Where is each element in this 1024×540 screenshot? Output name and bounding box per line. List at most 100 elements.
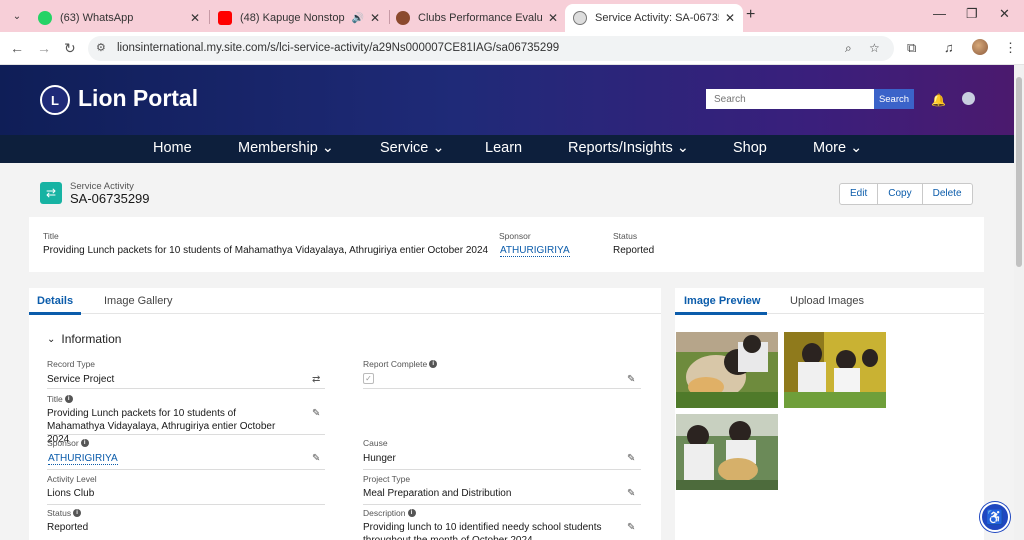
description-label: Description i xyxy=(363,508,416,518)
nav-reports-insights[interactable]: Reports/Insights ⌄ xyxy=(568,140,689,156)
nav-home[interactable]: Home xyxy=(153,140,192,156)
activity-photo-thumbnail[interactable] xyxy=(676,414,778,490)
edit-pencil-icon[interactable]: ✎ xyxy=(312,453,320,464)
report-complete-checkbox: ✓ xyxy=(363,373,374,384)
close-icon[interactable]: ✕ xyxy=(190,11,200,25)
delete-button[interactable]: Delete xyxy=(923,184,972,204)
edit-pencil-icon[interactable]: ✎ xyxy=(627,453,635,464)
tab-details[interactable]: Details xyxy=(37,295,73,307)
info-icon[interactable]: i xyxy=(64,395,73,403)
tab-image-preview[interactable]: Image Preview xyxy=(684,295,760,307)
new-tab-button[interactable]: + xyxy=(746,6,755,24)
highlights-panel: Title Providing Lunch packets for 10 stu… xyxy=(29,217,984,272)
status-label: Status i xyxy=(47,508,82,518)
scrollbar-thumb[interactable] xyxy=(1016,77,1022,267)
browser-tab-youtube[interactable]: (48) Kapuge Nonstop Song 🔊 ✕ xyxy=(210,4,388,32)
cause-label: Cause xyxy=(363,438,388,448)
description-value: Providing lunch to 10 identified needy s… xyxy=(363,522,602,540)
highlight-sponsor-link[interactable]: ATHURIGIRIYA xyxy=(500,245,570,257)
edit-pencil-icon[interactable]: ✎ xyxy=(312,408,320,419)
record-name: SA-06735299 xyxy=(70,191,150,206)
highlight-title-label: Title xyxy=(43,231,59,241)
page-scrollbar[interactable] xyxy=(1014,65,1024,540)
nav-learn[interactable]: Learn xyxy=(485,140,522,156)
site-header: L Lion Portal Search 🔔 xyxy=(0,65,1014,135)
cause-value: Hunger xyxy=(363,453,396,464)
sponsor-link[interactable]: ATHURIGIRIYA xyxy=(48,453,118,465)
accessibility-icon[interactable]: ♿ xyxy=(980,502,1010,532)
tab-title: (48) Kapuge Nonstop Song xyxy=(240,12,347,24)
whatsapp-icon xyxy=(38,11,52,25)
nav-more[interactable]: More ⌄ xyxy=(813,140,862,156)
zoom-icon[interactable]: ⌕ xyxy=(845,41,852,56)
image-preview-card: Image Preview Upload Images xyxy=(675,288,984,540)
edit-pencil-icon[interactable]: ✎ xyxy=(627,488,635,499)
profile-avatar[interactable] xyxy=(972,39,988,55)
nav-service[interactable]: Service ⌄ xyxy=(380,140,445,156)
project-type-value: Meal Preparation and Distribution xyxy=(363,488,512,499)
main-navigation: Home Membership ⌄ Service ⌄ Learn Report… xyxy=(0,135,1014,163)
window-close-icon[interactable]: ✕ xyxy=(999,6,1010,22)
highlight-status-value: Reported xyxy=(613,245,655,256)
chevron-down-icon: ⌄ xyxy=(47,333,56,345)
nav-membership[interactable]: Membership ⌄ xyxy=(238,140,334,156)
user-avatar[interactable] xyxy=(962,92,975,105)
bookmark-star-icon[interactable]: ☆ xyxy=(869,41,880,55)
info-icon[interactable]: i xyxy=(80,439,89,447)
lions-icon xyxy=(396,11,410,25)
tab-image-gallery[interactable]: Image Gallery xyxy=(104,295,172,307)
globe-icon xyxy=(573,11,587,25)
record-type-label: Record Type xyxy=(47,359,96,369)
activity-photo-thumbnail[interactable] xyxy=(784,332,886,408)
change-record-type-icon[interactable]: ⇄ xyxy=(312,374,320,385)
tab-title: Clubs Performance Evaluation S xyxy=(418,12,542,24)
activity-photo-thumbnail[interactable] xyxy=(676,332,778,408)
close-icon[interactable]: ✕ xyxy=(370,11,380,25)
copy-button[interactable]: Copy xyxy=(878,184,923,204)
browser-tab-service-activity[interactable]: Service Activity: SA-06735299 ✕ xyxy=(565,4,743,32)
edit-pencil-icon[interactable]: ✎ xyxy=(627,374,635,385)
search-input[interactable] xyxy=(706,89,874,109)
reload-icon[interactable]: ↻ xyxy=(64,40,76,57)
close-icon[interactable]: ✕ xyxy=(725,11,735,25)
site-info-icon[interactable]: ⚙ xyxy=(96,41,106,54)
tab-upload-images[interactable]: Upload Images xyxy=(790,295,864,307)
search-button[interactable]: Search xyxy=(874,89,914,109)
brand-name[interactable]: Lion Portal xyxy=(78,85,198,112)
url-text[interactable]: lionsinternational.my.site.com/s/lci-ser… xyxy=(117,42,559,54)
preview-tabs: Image Preview Upload Images xyxy=(675,288,984,315)
media-control-icon[interactable]: ♫ xyxy=(944,40,954,55)
title-label: Title i xyxy=(47,394,73,404)
info-icon[interactable]: i xyxy=(429,360,438,368)
info-icon[interactable]: i xyxy=(73,509,82,517)
forward-arrow-icon[interactable]: → xyxy=(37,40,51,56)
url-bar[interactable]: ⚙ lionsinternational.my.site.com/s/lci-s… xyxy=(88,36,894,61)
edit-button[interactable]: Edit xyxy=(840,184,879,204)
youtube-icon xyxy=(218,11,232,25)
extensions-icon[interactable]: ⧉ xyxy=(907,40,916,56)
minimize-icon[interactable]: — xyxy=(933,6,946,21)
sponsor-label: Sponsor i xyxy=(47,438,89,448)
highlight-sponsor-label: Sponsor xyxy=(499,231,531,241)
restore-icon[interactable]: ❐ xyxy=(966,6,978,22)
tab-search-chevron-icon[interactable]: ⌄ xyxy=(8,7,26,25)
close-icon[interactable]: ✕ xyxy=(548,11,558,25)
details-tabs: Details Image Gallery xyxy=(29,288,661,315)
browser-tab-bar: ⌄ (63) WhatsApp ✕ (48) Kapuge Nonstop So… xyxy=(0,0,1024,32)
lions-logo-icon[interactable]: L xyxy=(40,85,70,115)
info-icon[interactable]: i xyxy=(407,509,416,517)
details-card: Details Image Gallery ⌄ Information Reco… xyxy=(29,288,661,540)
notification-bell-icon[interactable]: 🔔 xyxy=(931,93,946,107)
nav-shop[interactable]: Shop xyxy=(733,140,767,156)
report-complete-label: Report Complete i xyxy=(363,359,438,369)
back-arrow-icon[interactable]: ← xyxy=(10,40,24,56)
activity-level-label: Activity Level xyxy=(47,474,97,484)
information-section-header[interactable]: ⌄ Information xyxy=(47,332,121,346)
edit-pencil-icon[interactable]: ✎ xyxy=(627,522,635,533)
browser-tab-clubs[interactable]: Clubs Performance Evaluation S ✕ xyxy=(388,4,566,32)
audio-icon[interactable]: 🔊 xyxy=(351,13,363,24)
menu-kebab-icon[interactable]: ⋮ xyxy=(1004,40,1017,56)
tab-title: Service Activity: SA-06735299 xyxy=(595,12,719,24)
browser-tab-whatsapp[interactable]: (63) WhatsApp ✕ xyxy=(30,4,208,32)
highlight-title-value: Providing Lunch packets for 10 students … xyxy=(43,245,489,256)
